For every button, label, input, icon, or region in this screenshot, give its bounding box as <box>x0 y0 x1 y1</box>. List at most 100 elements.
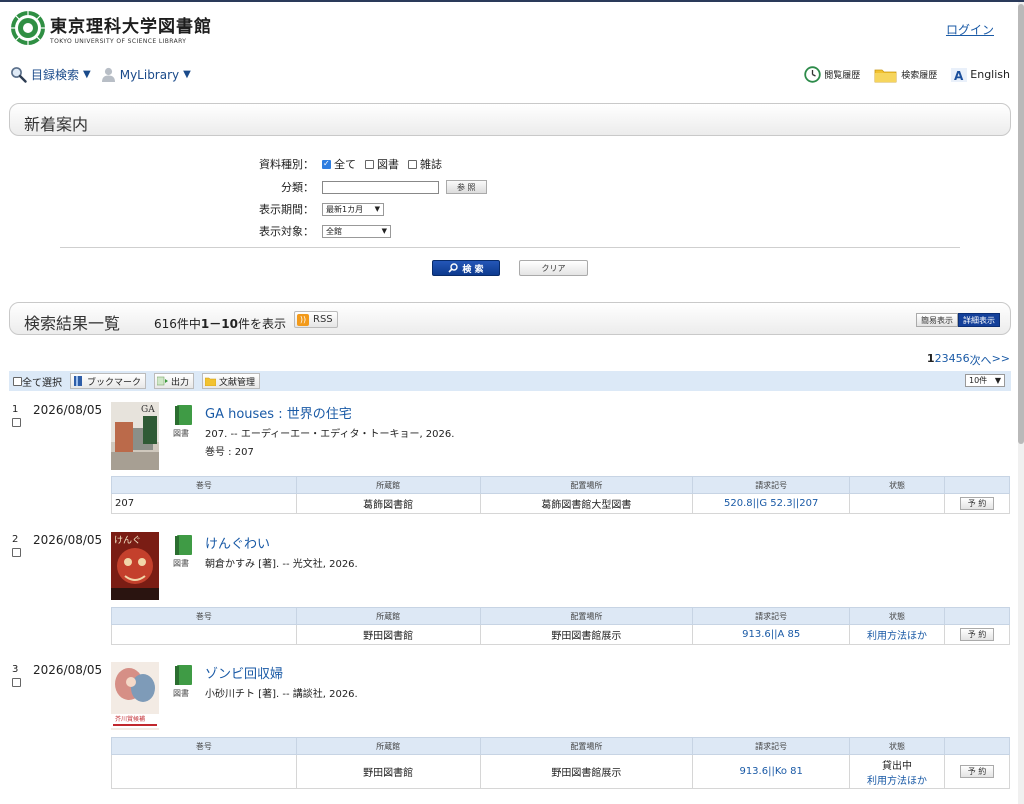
bookmark-icon <box>74 376 82 386</box>
history-clock-icon <box>804 66 821 83</box>
export-arrow-icon <box>157 376 169 386</box>
col-volume: 巻号 <box>111 737 297 755</box>
holding-row: 野田図書館 野田図書館展示 913.6||A 85 利用方法ほか 予 約 <box>111 624 1011 645</box>
output-button[interactable]: 出力 <box>154 373 195 389</box>
call-number-link[interactable]: 520.8||G 52.3||207 <box>724 498 818 509</box>
holdings-table: 巻号 所蔵館 配置場所 請求記号 状態 野田図書館 野田図書館展示 913.6|… <box>111 607 1011 645</box>
last-page-link[interactable]: >> <box>992 352 1010 368</box>
result-checkbox[interactable] <box>12 418 21 427</box>
login-link[interactable]: ログイン <box>946 21 994 38</box>
mylibrary-menu[interactable]: MyLibrary ▼ <box>101 67 191 83</box>
status-on-loan: 貸出中 <box>882 760 913 772</box>
result-checkbox[interactable] <box>12 548 21 557</box>
holding-status: 貸出中 利用方法ほか <box>849 754 945 789</box>
page-2[interactable]: 2 <box>935 352 942 368</box>
result-title-link[interactable]: けんぐわい <box>205 533 270 552</box>
rss-icon: )) <box>297 313 309 326</box>
result-number: 3 <box>12 664 19 675</box>
material-type-label: 図書 <box>173 429 189 438</box>
english-link[interactable]: A English <box>951 67 1010 82</box>
results-header: 検索結果一覧 616件中1－10件を表示 )) RSS 簡易表示 詳細表示 <box>9 302 1011 335</box>
material-type-label: 図書 <box>173 689 189 698</box>
vertical-scrollbar[interactable] <box>1018 2 1024 804</box>
holding-library: 野田図書館 <box>295 754 481 789</box>
result-count: 616件中1－10件を表示 <box>154 317 286 331</box>
library-logo[interactable]: 東京理科大学図書館 TOKYO UNIVERSITY OF SCIENCE LI… <box>10 10 212 46</box>
type-journal-checkbox[interactable]: 雑誌 <box>408 156 442 172</box>
result-metadata: 朝倉かすみ [著]. -- 光文社, 2026. <box>205 559 358 570</box>
col-action <box>943 607 1011 625</box>
form-divider <box>60 247 960 248</box>
browse-button[interactable]: 参 照 <box>446 180 487 194</box>
period-select[interactable]: 最新1カ月 ▼ <box>322 202 384 216</box>
bookmark-button[interactable]: ブックマーク <box>70 373 147 389</box>
usage-info-link[interactable]: 利用方法ほか <box>867 631 927 642</box>
search-icon <box>448 263 459 273</box>
classification-input[interactable] <box>322 180 439 194</box>
magnifier-icon <box>11 67 27 83</box>
period-row: 表示期間： 最新1カ月 ▼ <box>0 199 1024 219</box>
material-type-row: 資料種別： 全て 図書 雑誌 <box>0 154 1024 174</box>
main-nav: 目録検索 ▼ MyLibrary ▼ 閲覧履歴 検索履歴 A English <box>10 66 1010 86</box>
book-cover-image[interactable]: けんぐ <box>111 532 159 600</box>
call-number-link[interactable]: 913.6||Ko 81 <box>739 766 802 777</box>
rss-button[interactable]: )) RSS <box>294 311 338 328</box>
dropdown-triangle-icon: ▼ <box>183 69 191 80</box>
top-border <box>0 0 1024 2</box>
col-volume: 巻号 <box>111 476 297 494</box>
result-checkbox[interactable] <box>12 678 21 687</box>
col-status: 状態 <box>849 476 945 494</box>
result-title-link[interactable]: GA houses : 世界の住宅 <box>205 403 352 422</box>
reference-manager-button[interactable]: 文献管理 <box>202 373 261 389</box>
result-number: 1 <box>12 404 19 415</box>
target-row: 表示対象： 全館 ▼ <box>0 221 1024 241</box>
holding-library: 野田図書館 <box>295 624 481 645</box>
col-call-number: 請求記号 <box>692 476 851 494</box>
col-location: 配置場所 <box>479 607 694 625</box>
catalog-search-label: 目録検索 <box>31 68 80 82</box>
col-status: 状態 <box>849 607 945 625</box>
page-6[interactable]: 6 <box>963 352 970 368</box>
result-title-link[interactable]: ゾンビ回収婦 <box>205 663 283 682</box>
next-page-link[interactable]: 次へ <box>970 352 992 368</box>
type-all-checkbox[interactable]: 全て <box>322 156 356 172</box>
results-toolbar: 全て選択 ブックマーク 出力 文献管理 10件 ▼ <box>9 371 1011 391</box>
chevron-down-icon: ▼ <box>994 376 1001 385</box>
simple-view-button[interactable]: 簡易表示 <box>916 313 958 327</box>
page-5[interactable]: 5 <box>956 352 963 368</box>
holdings-table: 巻号 所蔵館 配置場所 請求記号 状態 野田図書館 野田図書館展示 913.6|… <box>111 737 1010 789</box>
detail-view-button[interactable]: 詳細表示 <box>958 313 1000 327</box>
usage-info-link[interactable]: 利用方法ほか <box>867 776 927 787</box>
type-book-checkbox[interactable]: 図書 <box>365 156 399 172</box>
reserve-button[interactable]: 予 約 <box>959 628 994 641</box>
col-action <box>944 737 1010 755</box>
search-history-label: 検索履歴 <box>901 71 938 81</box>
page-3[interactable]: 3 <box>942 352 949 368</box>
book-cover-image[interactable]: GA <box>111 402 159 470</box>
holding-location: 葛飾図書館大型図書 <box>479 493 694 514</box>
view-history-link[interactable]: 閲覧履歴 <box>804 66 860 83</box>
call-number-link[interactable]: 913.6||A 85 <box>742 629 800 640</box>
book-cover-image[interactable]: 芥川賞候補 <box>111 662 159 730</box>
reserve-button[interactable]: 予 約 <box>960 765 994 778</box>
folder-icon <box>205 377 217 386</box>
result-metadata: 207. -- エーディーエー・エディタ・トーキョー, 2026. <box>205 429 455 440</box>
col-library: 所蔵館 <box>295 607 481 625</box>
per-page-select[interactable]: 10件 ▼ <box>965 374 1005 387</box>
result-date: 2026/08/05 <box>33 533 103 547</box>
page-4[interactable]: 4 <box>949 352 956 368</box>
logo-subtitle: TOKYO UNIVERSITY OF SCIENCE LIBRARY <box>50 37 187 45</box>
svg-text:GA: GA <box>141 405 155 415</box>
clear-button[interactable]: クリア <box>519 260 588 276</box>
search-history-link[interactable]: 検索履歴 <box>874 67 937 83</box>
search-button[interactable]: 検 索 <box>432 260 500 276</box>
select-all-checkbox[interactable]: 全て選択 <box>13 374 62 389</box>
target-label: 表示対象： <box>259 225 314 238</box>
col-location: 配置場所 <box>479 737 694 755</box>
result-number: 2 <box>12 534 19 545</box>
target-select[interactable]: 全館 ▼ <box>322 224 391 238</box>
catalog-search-menu[interactable]: 目録検索 ▼ <box>10 66 91 83</box>
reserve-button[interactable]: 予 約 <box>960 497 994 510</box>
pagination: 1 2 3 4 5 6 次へ >> <box>918 352 1010 368</box>
holding-row: 207 葛飾図書館 葛飾図書館大型図書 520.8||G 52.3||207 予… <box>111 493 1010 514</box>
